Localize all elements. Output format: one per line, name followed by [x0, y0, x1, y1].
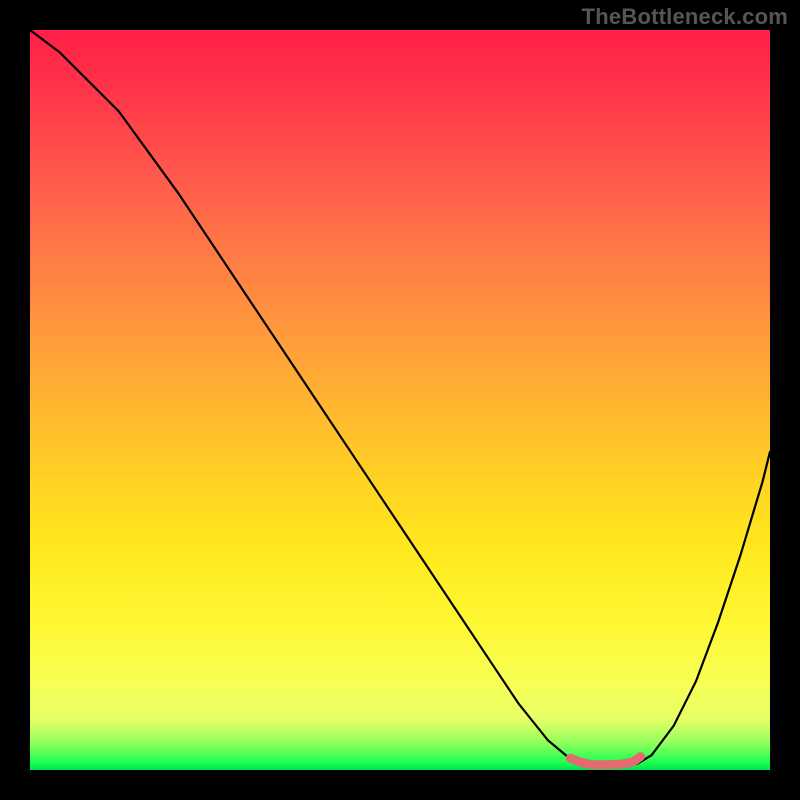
plot-area [30, 30, 770, 770]
valley-highlight [570, 757, 640, 765]
chart-frame: TheBottleneck.com [0, 0, 800, 800]
curve-overlay [30, 30, 770, 770]
watermark-label: TheBottleneck.com [582, 4, 788, 30]
left-curve [30, 30, 585, 764]
right-curve [637, 452, 770, 764]
